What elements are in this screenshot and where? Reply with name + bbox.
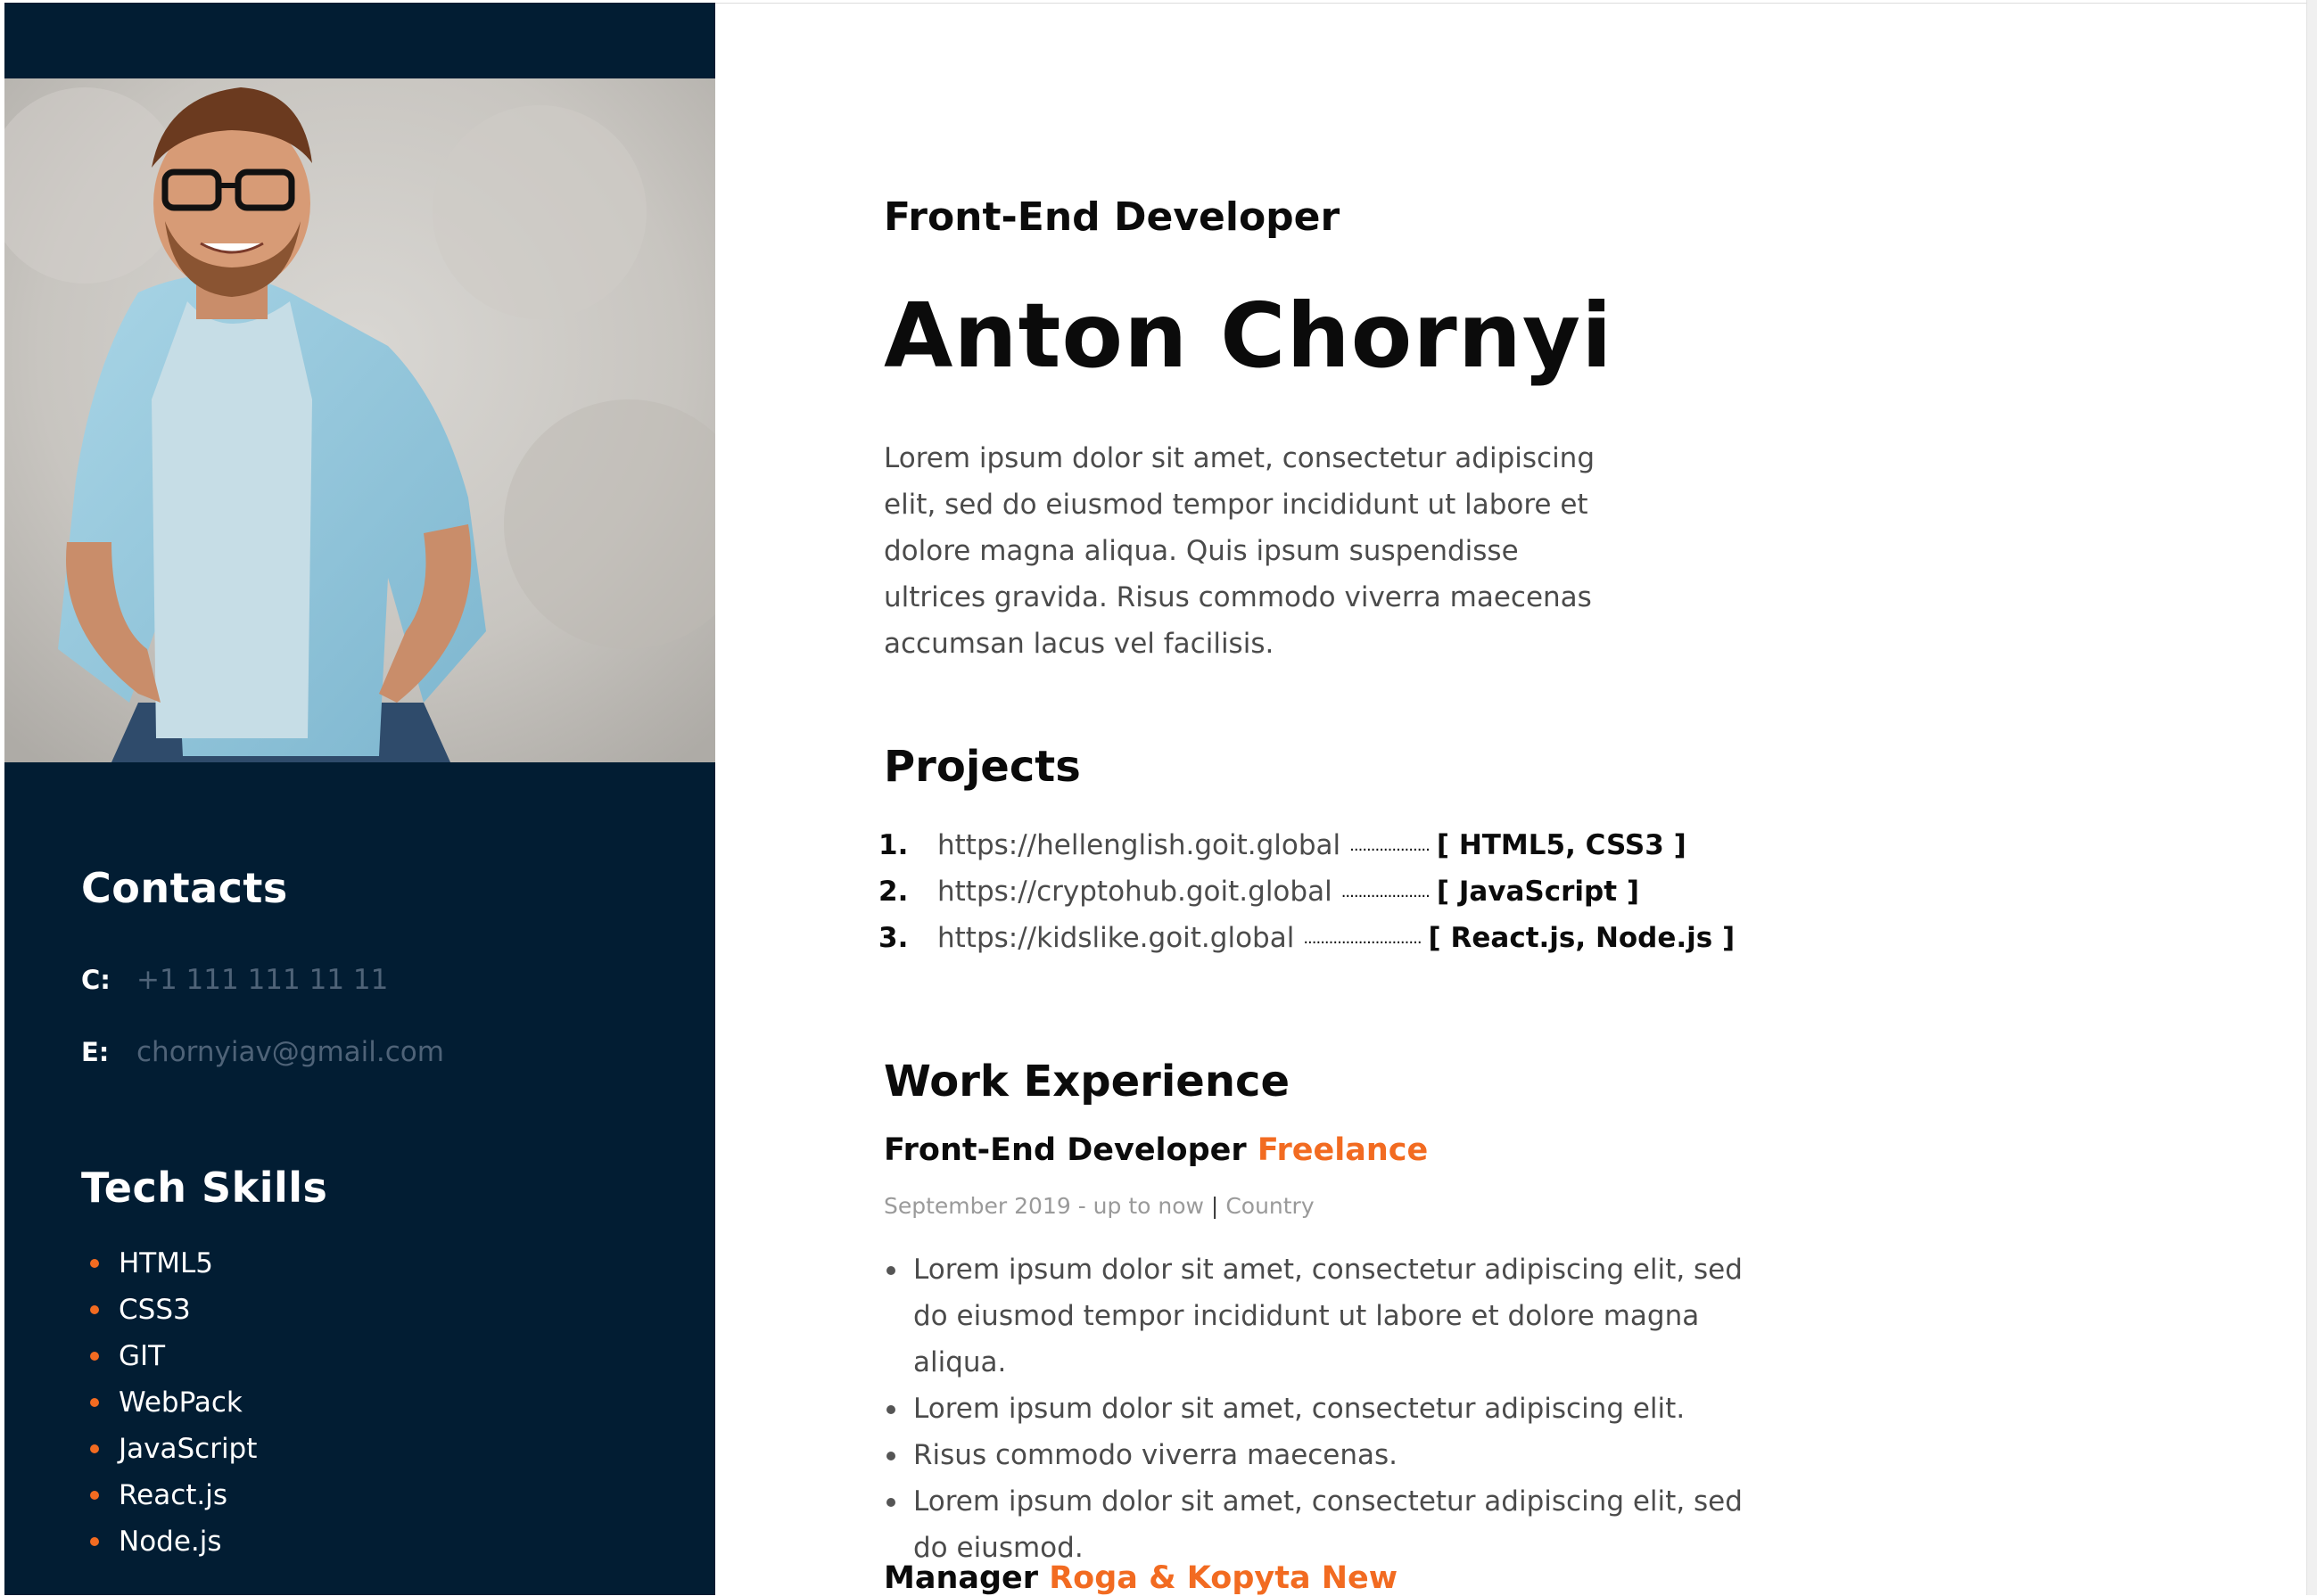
project-number: 2.: [878, 876, 909, 908]
job-position: Manager: [884, 1560, 1039, 1596]
projects-list: 1. https://hellenglish.goit.global .....…: [878, 822, 1735, 961]
project-item: 3. https://kidslike.goit.global ........…: [878, 915, 1735, 961]
meta-separator: |: [1210, 1193, 1219, 1219]
job-duties: Lorem ipsum dolor sit amet, consectetur …: [884, 1246, 1785, 1571]
phone-link[interactable]: +1 111 111 11 11: [136, 964, 388, 996]
work-experience-heading: Work Experience: [884, 1057, 1290, 1107]
leader-dots: .....................: [1340, 882, 1431, 901]
project-link[interactable]: https://kidslike.goit.global: [937, 922, 1294, 954]
bullet-icon: [90, 1491, 99, 1500]
bullet-icon: [90, 1444, 99, 1453]
project-tech: [ JavaScript ]: [1436, 876, 1639, 908]
bullet-icon: [90, 1259, 99, 1268]
skill-item: GIT: [81, 1333, 257, 1379]
duty-item: Lorem ipsum dolor sit amet, consectetur …: [884, 1246, 1785, 1386]
skill-item: React.js: [81, 1472, 257, 1518]
skill-item: CSS3: [81, 1287, 257, 1333]
bullet-icon: [90, 1537, 99, 1546]
email-key: E:: [81, 1037, 110, 1067]
project-tech: [ HTML5, CSS3 ]: [1436, 829, 1686, 861]
duty-item: Lorem ipsum dolor sit amet, consectetur …: [884, 1478, 1785, 1571]
projects-heading: Projects: [884, 742, 1081, 792]
job-meta: September 2019 - up to now | Country: [884, 1193, 1315, 1219]
job-position: Front-End Developer: [884, 1132, 1247, 1168]
job-title: Front-End Developer Freelance: [884, 1132, 1428, 1168]
intro-text: Lorem ipsum dolor sit amet, consectetur …: [884, 442, 1596, 660]
skills-list: HTML5 CSS3 GIT WebPack JavaScript React.…: [81, 1240, 257, 1565]
skill-item: WebPack: [81, 1379, 257, 1426]
project-number: 1.: [878, 829, 909, 861]
leader-dots: ...................: [1349, 835, 1431, 855]
project-item: 2. https://cryptohub.goit.global .......…: [878, 868, 1735, 915]
profile-photo: [4, 78, 715, 762]
skill-item: HTML5: [81, 1240, 257, 1287]
contact-email: E: chornyiav@gmail.com: [81, 1036, 444, 1068]
job-company: Roga & Kopyta New: [1049, 1560, 1398, 1596]
job-title: Manager Roga & Kopyta New: [884, 1560, 1398, 1596]
contacts-heading: Contacts: [81, 864, 288, 912]
person-name: Anton Chornyi: [884, 284, 1613, 388]
duty-item: Lorem ipsum dolor sit amet, consectetur …: [884, 1386, 1785, 1432]
job-company: Freelance: [1257, 1132, 1429, 1168]
email-link[interactable]: chornyiav@gmail.com: [136, 1036, 444, 1068]
project-link[interactable]: https://hellenglish.goit.global: [937, 829, 1340, 861]
project-item: 1. https://hellenglish.goit.global .....…: [878, 822, 1735, 868]
skill-item: Node.js: [81, 1518, 257, 1565]
job-period: September 2019 - up to now: [884, 1193, 1204, 1219]
bullet-icon: [90, 1398, 99, 1407]
bullet-icon: [90, 1352, 99, 1361]
phone-key: C:: [81, 965, 111, 995]
bullet-icon: [90, 1305, 99, 1314]
scrollbar[interactable]: [2306, 0, 2317, 1595]
project-number: 3.: [878, 922, 909, 954]
leader-dots: ............................: [1303, 928, 1422, 948]
job-location: Country: [1225, 1193, 1315, 1219]
duty-item: Risus commodo viverra maecenas.: [884, 1432, 1785, 1478]
project-link[interactable]: https://cryptohub.goit.global: [937, 876, 1332, 908]
skill-item: JavaScript: [81, 1426, 257, 1472]
job-role: Front-End Developer: [884, 194, 1340, 240]
sidebar: Contacts C: +1 111 111 11 11 E: chornyia…: [4, 3, 715, 1595]
project-tech: [ React.js, Node.js ]: [1428, 922, 1736, 954]
contact-phone: C: +1 111 111 11 11: [81, 964, 388, 996]
tech-skills-heading: Tech Skills: [81, 1164, 328, 1212]
